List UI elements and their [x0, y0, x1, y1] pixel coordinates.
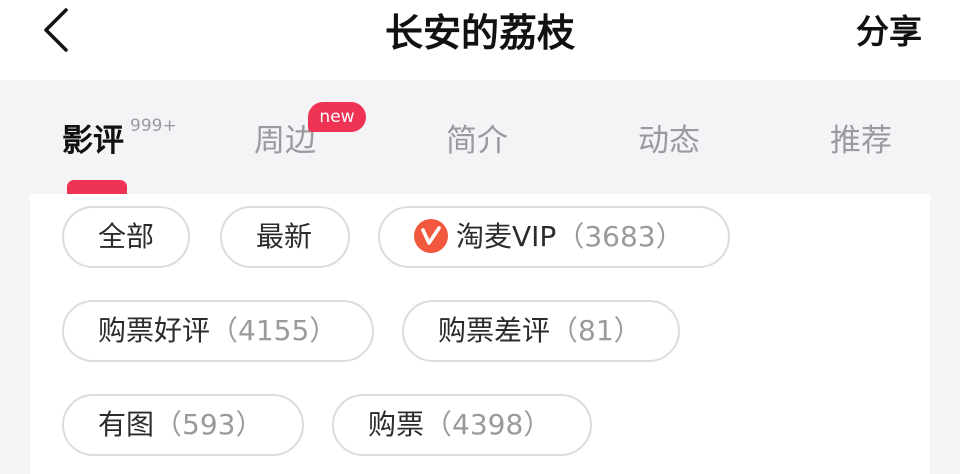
- tab-synopsis[interactable]: 简介: [446, 120, 508, 162]
- tab-merchandise-label: 周边: [254, 123, 316, 159]
- filter-chip-count: （4155）: [210, 314, 338, 347]
- filter-chip-label: 淘麦VIP: [456, 220, 557, 253]
- filter-chip-count: （81）: [550, 314, 642, 347]
- tab-synopsis-label: 简介: [446, 123, 508, 159]
- tab-merchandise[interactable]: 周边: [254, 120, 316, 162]
- filter-chip-positive[interactable]: 购票好评（4155）: [62, 300, 374, 362]
- review-filter-panel: 全部 最新 淘麦VIP（3683） 购票好评（4155） 购票差评（81） 有图…: [30, 194, 930, 474]
- tab-bar: 影评 999+ 周边 new 简介 动态 推荐: [0, 80, 960, 194]
- new-badge: new: [308, 102, 366, 132]
- filter-chip-count: （3683）: [556, 220, 684, 253]
- filter-chip-label: 购票差评: [438, 314, 551, 347]
- filter-chip-count: （593）: [154, 408, 264, 441]
- page-title: 长安的荔枝: [384, 11, 575, 55]
- active-tab-indicator: [67, 180, 127, 194]
- filter-chip-with-images[interactable]: 有图（593）: [62, 394, 304, 456]
- filter-chip-label: 最新: [256, 220, 313, 253]
- tab-reviews-count: 999+: [130, 116, 177, 136]
- filter-chip-label: 购票: [368, 408, 425, 441]
- filter-chip-vip[interactable]: 淘麦VIP（3683）: [378, 206, 730, 268]
- filter-chip-label: 购票好评: [98, 314, 211, 347]
- tab-reviews-label: 影评: [62, 123, 124, 159]
- tab-reviews[interactable]: 影评 999+: [62, 116, 177, 162]
- filter-chip-ticket-buyers[interactable]: 购票（4398）: [332, 394, 592, 456]
- taomai-vip-icon: [414, 219, 448, 253]
- tab-updates[interactable]: 动态: [638, 120, 700, 162]
- share-button[interactable]: 分享: [856, 10, 922, 54]
- tab-recommendations-label: 推荐: [830, 123, 892, 159]
- filter-chip-label: 有图: [98, 408, 155, 441]
- content-area: 影评 999+ 周边 new 简介 动态 推荐 全部 最新 淘麦VIP（3683…: [0, 80, 960, 474]
- filter-chip-label: 全部: [98, 220, 155, 253]
- filter-chip-latest[interactable]: 最新: [220, 206, 350, 268]
- filter-chip-negative[interactable]: 购票差评（81）: [402, 300, 680, 362]
- top-bar: 长安的荔枝 分享: [0, 0, 960, 80]
- tab-recommendations[interactable]: 推荐: [830, 120, 892, 162]
- filter-chip-all[interactable]: 全部: [62, 206, 190, 268]
- tab-updates-label: 动态: [638, 123, 700, 159]
- filter-chip-count: （4398）: [424, 408, 552, 441]
